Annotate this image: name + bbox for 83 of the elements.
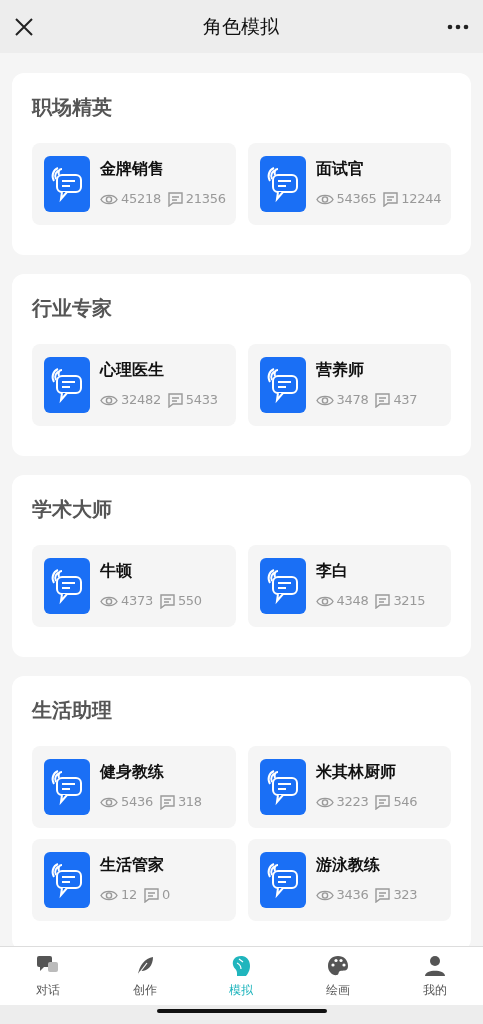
comment-icon <box>375 593 391 609</box>
chat-bubble-icon <box>44 357 90 413</box>
role-name: 牛顿 <box>100 561 133 582</box>
comment-count: 550 <box>177 592 202 611</box>
comment-icon <box>375 392 391 408</box>
role-name: 游泳教练 <box>315 855 381 876</box>
eye-icon <box>315 393 334 407</box>
comment-count: 0 <box>161 886 170 905</box>
chat-bubble-icon <box>44 156 90 212</box>
tab-item[interactable]: 绘画 <box>289 947 387 1005</box>
eye-icon <box>100 888 118 902</box>
comment-icon <box>375 887 391 903</box>
comment-icon <box>167 392 183 408</box>
tab-item[interactable]: 创作 <box>96 947 194 1005</box>
role-card[interactable]: 金牌销售 45218 21356 <box>32 143 236 225</box>
chat-bubble-icon <box>259 558 306 614</box>
comment-icon <box>159 593 175 609</box>
role-card[interactable]: 牛顿 4373 550 <box>32 545 236 627</box>
chat-bubble-icon <box>259 759 306 815</box>
eye-icon <box>100 192 118 206</box>
comment-icon <box>375 794 391 810</box>
eye-icon <box>100 393 118 407</box>
comment-icon <box>167 191 183 207</box>
section-title: 职场精英 <box>32 95 113 119</box>
role-card[interactable]: 游泳教练 3436 323 <box>247 839 451 921</box>
section-title: 行业专家 <box>32 296 113 320</box>
comment-count: 5433 <box>185 391 218 410</box>
eye-icon <box>315 594 334 608</box>
section-title: 学术大师 <box>32 497 113 521</box>
more-icon[interactable] <box>447 23 469 30</box>
role-name: 李白 <box>315 561 349 582</box>
person-icon <box>422 953 447 978</box>
role-card[interactable]: 李白 4348 3215 <box>247 545 451 627</box>
chat-bubble-icon <box>259 852 306 908</box>
chat-bubble-icon <box>259 357 306 413</box>
role-card[interactable]: 健身教练 5436 318 <box>32 746 236 828</box>
role-card[interactable]: 心理医生 32482 5433 <box>32 344 236 426</box>
role-name: 金牌销售 <box>100 159 165 180</box>
comment-count: 437 <box>393 391 418 410</box>
comment-count: 21356 <box>185 190 226 209</box>
view-count: 12 <box>121 886 137 905</box>
comment-count: 546 <box>393 793 418 812</box>
view-count: 3478 <box>336 391 369 410</box>
role-name: 米其林厨师 <box>315 762 397 783</box>
view-count: 45218 <box>121 190 161 209</box>
view-count: 32482 <box>121 391 161 410</box>
close-icon[interactable] <box>14 16 34 37</box>
role-name: 健身教练 <box>100 762 165 783</box>
comment-count: 12244 <box>401 190 442 209</box>
eye-icon <box>100 594 118 608</box>
comment-icon <box>143 887 159 903</box>
role-card[interactable]: 生活管家 12 0 <box>32 839 236 921</box>
role-name: 心理医生 <box>100 360 165 381</box>
eye-icon <box>315 795 334 809</box>
role-card[interactable]: 面试官 54365 12244 <box>247 143 451 225</box>
comment-count: 323 <box>393 886 418 905</box>
comment-icon <box>159 794 175 810</box>
eye-icon <box>315 888 334 902</box>
role-name: 生活管家 <box>100 855 165 876</box>
chat-bubble-icon <box>44 759 90 815</box>
view-count: 54365 <box>336 190 377 209</box>
comment-count: 318 <box>177 793 202 812</box>
tab-item[interactable]: 对话 <box>0 947 97 1005</box>
role-name: 面试官 <box>315 159 365 180</box>
view-count: 5436 <box>121 793 153 812</box>
section-title: 生活助理 <box>32 698 113 722</box>
role-card[interactable]: 营养师 3478 437 <box>247 344 451 426</box>
comment-count: 3215 <box>393 592 426 611</box>
view-count: 3436 <box>336 886 369 905</box>
page-title: 角色模拟 <box>202 14 279 40</box>
tab-item[interactable]: 我的 <box>386 947 483 1005</box>
view-count: 4348 <box>336 592 369 611</box>
view-count: 3223 <box>336 793 369 812</box>
palette-icon <box>326 953 351 978</box>
eye-icon <box>315 192 334 206</box>
comment-icon <box>383 191 399 207</box>
view-count: 4373 <box>121 592 153 611</box>
role-name: 营养师 <box>315 360 365 381</box>
chat-bubble-icon <box>44 852 90 908</box>
chat-bubble-icon <box>44 558 90 614</box>
role-card[interactable]: 米其林厨师 3223 546 <box>247 746 451 828</box>
eye-icon <box>100 795 118 809</box>
chat-bubble-icon <box>259 156 306 212</box>
